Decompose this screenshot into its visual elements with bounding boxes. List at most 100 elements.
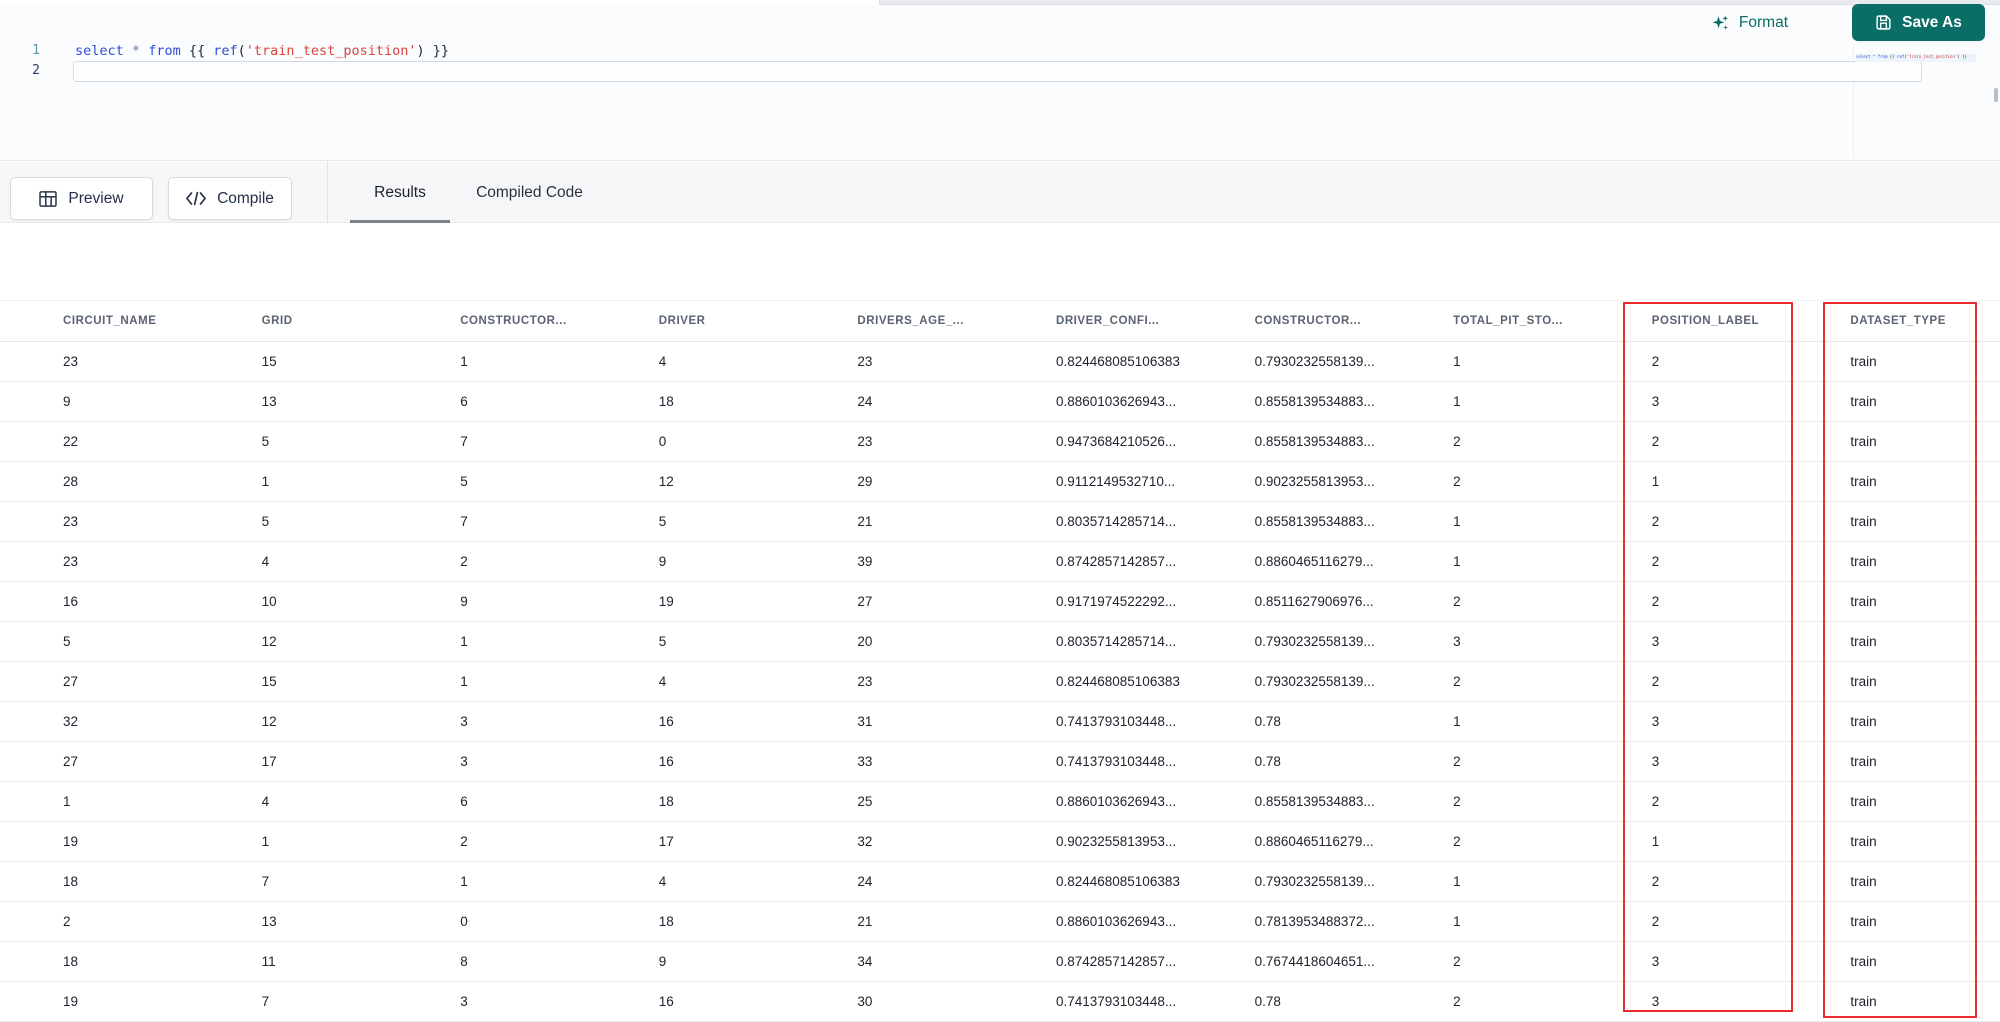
table-cell: 2 xyxy=(1453,474,1461,489)
table-row: 19 7 3 16 30 0.7413793103448... 0.78 2 3 train xyxy=(0,982,2000,1022)
table-cell: 15 xyxy=(261,354,277,369)
sql-token: ) xyxy=(416,43,425,59)
table-cell: 1 xyxy=(1453,354,1461,369)
column-header: TOTAL_PIT_STO... xyxy=(1453,315,1563,327)
table-cell: 0.8860465116279... xyxy=(1254,834,1374,849)
sql-token: {{ xyxy=(1889,54,1895,59)
table-cell: 12 xyxy=(658,474,674,489)
format-button[interactable]: Format xyxy=(1711,10,1788,36)
scrollbar-thumb[interactable] xyxy=(1994,88,1998,102)
table-cell: 21 xyxy=(857,914,873,929)
table-cell: train xyxy=(1850,394,1877,409)
table-cell: 30 xyxy=(857,994,873,1009)
table-cell: 2 xyxy=(460,834,468,849)
line-number-2: 2 xyxy=(32,63,40,78)
table-cell: 2 xyxy=(1453,954,1461,969)
table-cell: 5 xyxy=(658,634,667,649)
tab-results[interactable]: Results xyxy=(350,162,450,223)
table-cell: 4 xyxy=(261,794,270,809)
table-cell: 0.8511627906976... xyxy=(1254,594,1374,609)
table-cell: 7 xyxy=(261,994,270,1009)
table-cell: 0.8558139534883... xyxy=(1254,394,1375,409)
table-cell: 32 xyxy=(63,714,79,729)
table-cell: 1 xyxy=(460,874,468,889)
table-cell: train xyxy=(1850,874,1877,889)
table-cell: 2 xyxy=(1453,994,1461,1009)
sparkles-icon xyxy=(1711,14,1730,33)
compile-button[interactable]: Compile xyxy=(168,177,292,220)
column-header: CIRCUIT_NAME xyxy=(63,315,157,327)
table-cell: 2 xyxy=(1453,754,1461,769)
table-cell: 17 xyxy=(658,834,674,849)
table-cell: 1 xyxy=(460,634,468,649)
table-row: 23 5 7 5 21 0.8035714285714... 0.8558139534883… xyxy=(0,502,2000,542)
table-cell: 1 xyxy=(1453,874,1461,889)
table-cell: 19 xyxy=(658,594,674,609)
table-row: 27 17 3 16 33 0.7413793103448... 0.78 2 3 train xyxy=(0,742,2000,782)
table-cell: 2 xyxy=(1651,354,1660,369)
table-cell: 0.78 xyxy=(1254,714,1281,729)
tab-compiled-code[interactable]: Compiled Code xyxy=(462,162,597,223)
table-cell: 0.8742857142857... xyxy=(1055,954,1177,969)
table-cell: train xyxy=(1850,794,1877,809)
editor-minimap[interactable]: select * from {{ ref('train_test_positio… xyxy=(1856,54,1976,62)
sql-token: ref xyxy=(213,43,238,59)
table-row: 23 4 2 9 39 0.8742857142857... 0.8860465116279… xyxy=(0,542,2000,582)
table-cell: 1 xyxy=(1453,394,1461,409)
table-row: 27 15 1 4 23 0.824468085106383 0.7930232558139… xyxy=(0,662,2000,702)
save-as-button[interactable]: Save As xyxy=(1852,4,1985,41)
table-cell: 27 xyxy=(63,754,79,769)
table-cell: 8 xyxy=(460,954,468,969)
sql-token: }} xyxy=(432,43,450,59)
table-cell: 4 xyxy=(658,674,667,689)
table-cell: 5 xyxy=(261,514,270,529)
table-row: 28 1 5 12 29 0.9112149532710... 0.902325581395… xyxy=(0,462,2000,502)
column-header: CONSTRUCTOR... xyxy=(1254,315,1362,327)
sql-token: 'train_test_position' xyxy=(245,43,417,59)
save-as-label: Save As xyxy=(1902,13,1962,31)
column-header: DRIVERS_AGE_... xyxy=(857,315,965,327)
table-row: 5 12 1 5 20 0.8035714285714... 0.7930232558139… xyxy=(0,622,2000,662)
table-cell: 3 xyxy=(460,714,468,729)
active-tab-indicator xyxy=(350,220,450,223)
table-row: 2 13 0 18 21 0.8860103626943... 0.781395348837… xyxy=(0,902,2000,942)
table-row: 18 7 1 4 24 0.824468085106383 0.7930232558139.… xyxy=(0,862,2000,902)
table-cell: train xyxy=(1850,834,1877,849)
table-cell: 9 xyxy=(460,594,468,609)
table-cell: 2 xyxy=(1651,794,1660,809)
preview-button[interactable]: Preview xyxy=(10,177,153,220)
table-cell: 2 xyxy=(1453,674,1461,689)
table-cell: 4 xyxy=(658,874,667,889)
sql-token: from xyxy=(1877,54,1888,59)
table-cell: 3 xyxy=(1651,714,1660,729)
table-cell: 11 xyxy=(261,954,276,969)
table-cell: 16 xyxy=(658,714,674,729)
table-cell: 2 xyxy=(1651,914,1660,929)
table-cell: 31 xyxy=(857,714,873,729)
table-cell: 2 xyxy=(1651,434,1660,449)
table-row: 19 1 2 17 32 0.9023255813953... 0.886046511627… xyxy=(0,822,2000,862)
table-row: 18 11 8 9 34 0.8742857142857... 0.767441860465… xyxy=(0,942,2000,982)
sql-token: ( xyxy=(237,43,246,59)
table-cell: 27 xyxy=(857,594,873,609)
table-cell: 0.7930232558139... xyxy=(1254,674,1375,689)
table-cell: 0.78 xyxy=(1254,994,1281,1009)
table-cell: 3 xyxy=(460,754,468,769)
sql-token: * xyxy=(131,43,141,59)
table-cell: 9 xyxy=(658,554,667,569)
table-cell: 0.7413793103448... xyxy=(1055,754,1177,769)
table-cell: train xyxy=(1850,434,1877,449)
table-cell: train xyxy=(1850,674,1877,689)
current-line-highlight xyxy=(73,61,1922,82)
table-cell: 7 xyxy=(460,514,468,529)
table-cell: train xyxy=(1850,914,1877,929)
table-cell: 1 xyxy=(1453,714,1461,729)
table-cell: 1 xyxy=(63,794,71,809)
sql-editor-panel: Format Save As select * from {{ ref('tra… xyxy=(0,0,2000,161)
table-cell: 6 xyxy=(460,394,468,409)
table-cell: 27 xyxy=(63,674,79,689)
table-cell: 0.7813953488372... xyxy=(1254,914,1375,929)
table-cell: 3 xyxy=(1651,754,1660,769)
table-cell: 7 xyxy=(460,434,468,449)
